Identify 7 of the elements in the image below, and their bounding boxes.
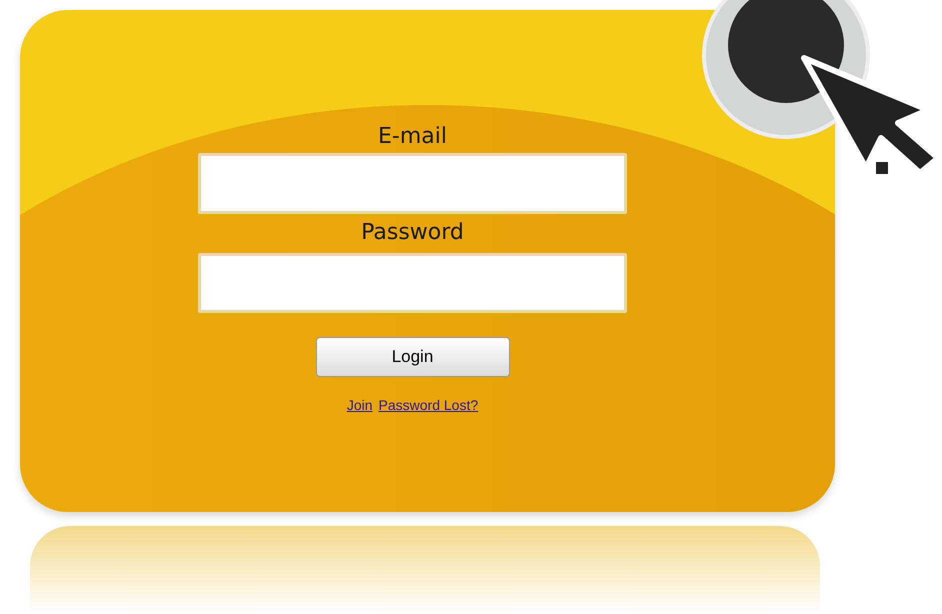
email-label: E-mail [378, 123, 447, 151]
text-link[interactable]: Password Lost? [378, 395, 478, 416]
password-field[interactable] [198, 253, 627, 313]
email-field[interactable] [198, 153, 627, 214]
password-label: Password [361, 219, 464, 247]
text-link[interactable]: Join [346, 395, 373, 416]
login-button[interactable]: Login [316, 337, 510, 377]
